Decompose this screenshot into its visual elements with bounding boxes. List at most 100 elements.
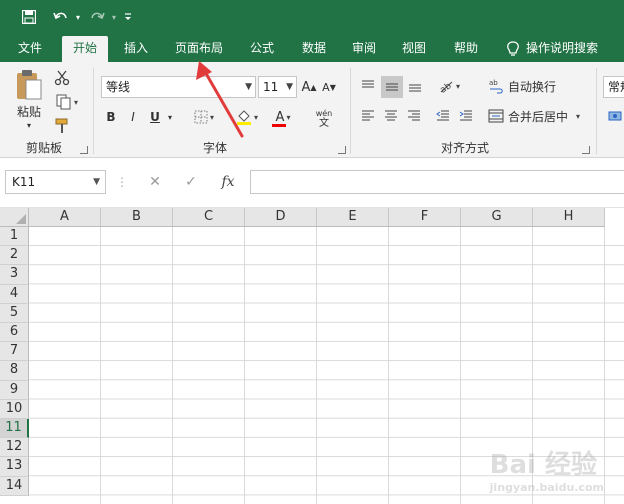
orientation-icon: ab [439, 81, 454, 93]
redo-dropdown-icon[interactable]: ▾ [108, 6, 120, 28]
paste-icon[interactable] [12, 68, 46, 102]
align-bottom-icon[interactable] [405, 76, 425, 96]
row-header[interactable]: 8 [0, 361, 29, 381]
watermark: Bai 经验 jingyan.baidu.com [490, 444, 604, 494]
column-header[interactable]: B [101, 208, 173, 227]
tab-home[interactable]: 开始 [62, 36, 108, 62]
merge-center-button[interactable]: 合并后居中 ▾ [488, 106, 588, 126]
cancel-icon[interactable]: ✕ [144, 171, 166, 193]
name-box-value: K11 [12, 175, 36, 189]
column-header[interactable]: E [317, 208, 389, 227]
ribbon-tabs: 文件 开始 插入 页面布局 公式 数据 审阅 视图 帮助 操作说明搜索 [0, 34, 624, 62]
formula-input[interactable] [250, 170, 624, 194]
row-header[interactable]: 2 [0, 246, 29, 266]
tab-view[interactable]: 视图 [392, 34, 436, 62]
font-color-swatch [272, 124, 286, 127]
chevron-down-icon: ▼ [93, 177, 100, 187]
row-header[interactable]: 12 [0, 438, 29, 458]
undo-icon[interactable] [50, 6, 72, 28]
paste-dropdown-icon[interactable]: ▾ [22, 120, 36, 130]
underline-dropdown-icon[interactable]: ▾ [164, 106, 176, 128]
title-bar: ▾ ▾ [0, 0, 624, 34]
row-header[interactable]: 10 [0, 399, 29, 419]
alignment-group-label: 对齐方式 [440, 141, 489, 155]
column-header[interactable]: G [461, 208, 533, 227]
align-center-icon[interactable] [381, 106, 401, 126]
row-header[interactable]: 5 [0, 303, 29, 323]
select-all-button[interactable] [0, 208, 29, 227]
row-header[interactable]: 4 [0, 284, 29, 304]
orientation-button[interactable]: ab▾ [434, 76, 464, 96]
redo-icon[interactable] [86, 6, 108, 28]
svg-text:ab: ab [489, 79, 498, 87]
tab-help[interactable]: 帮助 [444, 34, 488, 62]
underline-button[interactable]: U [146, 106, 164, 128]
row-header[interactable]: 13 [0, 457, 29, 477]
phonetic-button[interactable]: wén 文 [308, 106, 340, 132]
decrease-indent-icon[interactable] [433, 106, 453, 126]
name-box[interactable]: K11 ▼ [5, 170, 106, 194]
grow-font-icon: A [301, 79, 311, 95]
chevron-down-icon: ▼ [286, 82, 293, 92]
formula-bar: K11 ▼ ⋮ ✕ ✓ fx [0, 158, 624, 208]
align-left-icon[interactable] [358, 106, 378, 126]
phonetic-top-text: wén [315, 109, 333, 118]
font-color-icon: A [275, 109, 285, 125]
row-header[interactable]: 6 [0, 323, 29, 343]
more-options-icon: ⋮ [116, 175, 128, 189]
italic-button[interactable]: I [124, 106, 142, 128]
wrap-text-button[interactable]: ab 自动换行 [488, 76, 568, 96]
column-header[interactable]: H [533, 208, 605, 227]
alignment-launcher-icon[interactable] [582, 146, 590, 154]
column-header[interactable]: C [173, 208, 245, 227]
tab-formulas[interactable]: 公式 [240, 34, 284, 62]
wrap-text-label: 自动换行 [508, 79, 557, 94]
watermark-text: Bai 经验 [489, 450, 597, 480]
tab-file[interactable]: 文件 [8, 34, 52, 62]
tab-insert[interactable]: 插入 [114, 34, 158, 62]
save-icon[interactable] [18, 6, 40, 28]
clipboard-group-label: 剪贴板 [25, 141, 62, 155]
font-launcher-icon[interactable] [338, 146, 346, 154]
row-header[interactable]: 1 [0, 227, 29, 247]
increase-indent-icon[interactable] [456, 106, 476, 126]
grow-font-button[interactable]: A ▲ [300, 76, 318, 98]
shrink-font-button[interactable]: A ▼ [320, 76, 338, 98]
number-format-combo[interactable]: 常规 [603, 76, 624, 98]
clipboard-launcher-icon[interactable] [80, 146, 88, 154]
row-header[interactable]: 7 [0, 342, 29, 362]
row-header[interactable]: 9 [0, 380, 29, 400]
bold-button[interactable]: B [102, 106, 120, 128]
align-middle-icon[interactable] [381, 76, 403, 98]
worksheet-grid: ABCDEFGH 1 2 3 4 5 6 7 8 9 10 11 12 13 14 Bai 经验 jingy… [0, 208, 624, 504]
phonetic-bottom-text: 文 [319, 118, 329, 129]
row-header[interactable]: 11 [0, 419, 29, 439]
enter-icon[interactable]: ✓ [180, 171, 202, 193]
cut-icon[interactable] [52, 68, 72, 88]
paste-button[interactable]: 粘贴 [12, 102, 46, 120]
accounting-format-icon[interactable] [606, 106, 624, 126]
align-top-icon[interactable] [358, 76, 378, 96]
number-format-value: 常规 [608, 80, 624, 94]
row-header[interactable]: 3 [0, 265, 29, 285]
undo-dropdown-icon[interactable]: ▾ [72, 6, 84, 28]
watermark-sub: jingyan.baidu.com [489, 481, 604, 494]
group-divider [93, 68, 94, 154]
annotation-arrow-icon [196, 61, 244, 138]
copy-icon[interactable]: ▾ [52, 92, 82, 112]
column-header[interactable]: F [389, 208, 461, 227]
column-header[interactable]: A [29, 208, 101, 227]
shrink-font-icon: A [322, 80, 330, 94]
customize-qat-icon[interactable] [120, 6, 136, 28]
tab-page-layout[interactable]: 页面布局 [166, 34, 232, 62]
merge-dropdown-icon: ▾ [576, 111, 581, 121]
tab-review[interactable]: 审阅 [342, 34, 386, 62]
column-header[interactable]: D [245, 208, 317, 227]
align-right-icon[interactable] [404, 106, 424, 126]
insert-function-icon[interactable]: fx [216, 171, 240, 193]
format-painter-icon[interactable] [52, 116, 72, 136]
font-color-button[interactable]: A ▾ [268, 106, 298, 128]
row-header[interactable]: 14 [0, 476, 29, 496]
tell-me-search[interactable]: 操作说明搜索 [526, 34, 616, 62]
tab-data[interactable]: 数据 [292, 34, 336, 62]
